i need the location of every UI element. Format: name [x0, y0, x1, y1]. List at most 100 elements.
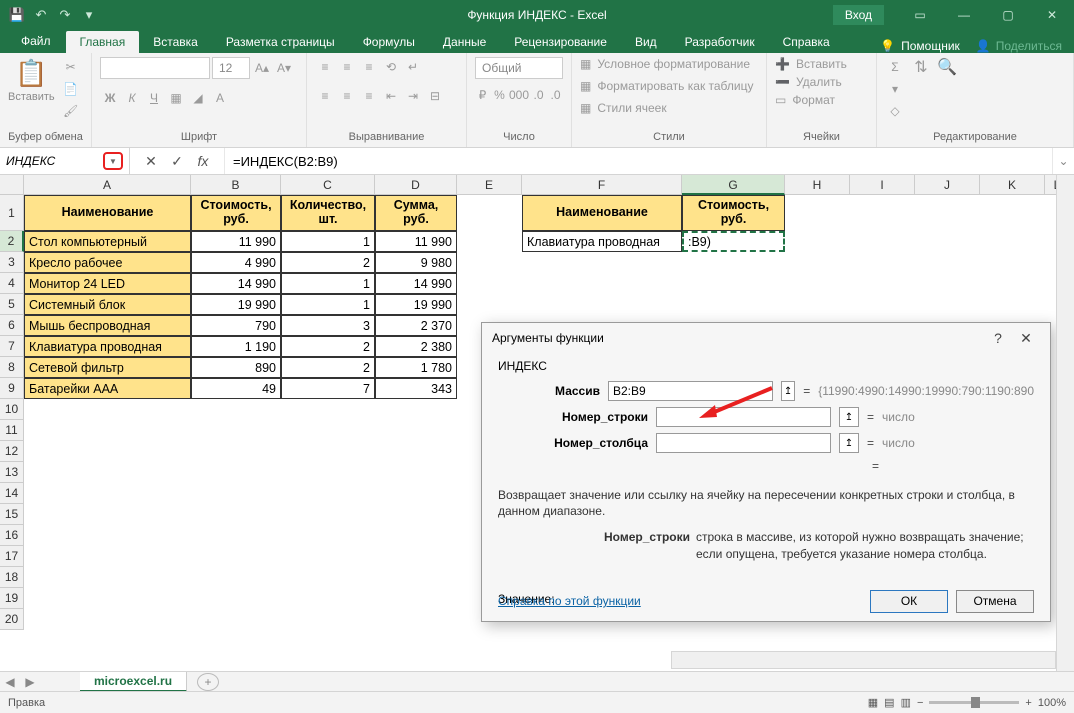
- cell[interactable]: Сумма,руб.: [375, 195, 457, 231]
- font-size-combo[interactable]: 12: [212, 57, 250, 79]
- tab-review[interactable]: Рецензирование: [500, 31, 621, 53]
- col-header[interactable]: H: [785, 175, 850, 195]
- tab-nav-prev-icon[interactable]: ◀: [0, 675, 20, 689]
- row-header[interactable]: 7: [0, 336, 24, 357]
- align-center-icon[interactable]: ≡: [337, 86, 357, 106]
- cell[interactable]: 4 990: [191, 252, 281, 273]
- row-header[interactable]: 2: [0, 231, 24, 252]
- vertical-scrollbar[interactable]: [1056, 175, 1074, 671]
- cell[interactable]: 2 380: [375, 336, 457, 357]
- fill-color-icon[interactable]: ◢: [188, 88, 208, 108]
- paste-button[interactable]: 📋 Вставить: [8, 57, 55, 103]
- bold-icon[interactable]: Ж: [100, 88, 120, 108]
- row-header[interactable]: 19: [0, 588, 24, 609]
- row-header[interactable]: 6: [0, 315, 24, 336]
- tab-formulas[interactable]: Формулы: [349, 31, 429, 53]
- format-as-table-button[interactable]: ▦Форматировать как таблицу: [580, 79, 758, 93]
- row-header[interactable]: 18: [0, 567, 24, 588]
- inc-decimal-icon[interactable]: .0: [531, 85, 546, 105]
- zoom-level[interactable]: 100%: [1038, 697, 1066, 709]
- dialog-help-icon[interactable]: ?: [984, 324, 1012, 352]
- cell[interactable]: 11 990: [375, 231, 457, 252]
- underline-icon[interactable]: Ч: [144, 88, 164, 108]
- increase-font-icon[interactable]: A▴: [252, 58, 272, 78]
- row-header[interactable]: 4: [0, 273, 24, 294]
- cell[interactable]: 19 990: [191, 294, 281, 315]
- name-box-dropdown[interactable]: ▼: [103, 152, 123, 170]
- cell[interactable]: 343: [375, 378, 457, 399]
- decrease-font-icon[interactable]: A▾: [274, 58, 294, 78]
- enter-formula-icon[interactable]: ✓: [166, 150, 188, 172]
- cell[interactable]: 7: [281, 378, 375, 399]
- conditional-formatting-button[interactable]: ▦Условное форматирование: [580, 57, 758, 71]
- formula-input[interactable]: =ИНДЕКС(B2:B9): [225, 148, 1052, 174]
- insert-cells-button[interactable]: ➕Вставить: [775, 57, 847, 71]
- clear-icon[interactable]: ◇: [885, 101, 905, 121]
- expand-formula-bar-icon[interactable]: ⌄: [1052, 148, 1074, 174]
- maximize-icon[interactable]: ▢: [986, 0, 1030, 29]
- col-header[interactable]: K: [980, 175, 1045, 195]
- format-painter-icon[interactable]: 🖌: [61, 101, 81, 121]
- arg-input[interactable]: [656, 433, 831, 453]
- cell[interactable]: Батарейки AAA: [24, 378, 191, 399]
- view-normal-icon[interactable]: ▦: [868, 696, 878, 709]
- range-picker-icon[interactable]: ↥: [839, 433, 859, 453]
- view-break-icon[interactable]: ▥: [901, 696, 911, 709]
- tab-nav-next-icon[interactable]: ▶: [20, 675, 40, 689]
- cell[interactable]: 2: [281, 336, 375, 357]
- cell[interactable]: Клавиатура проводная: [24, 336, 191, 357]
- row-header[interactable]: 14: [0, 483, 24, 504]
- autosum-icon[interactable]: Σ: [885, 57, 905, 77]
- select-all-corner[interactable]: [0, 175, 24, 195]
- cell[interactable]: Стол компьютерный: [24, 231, 191, 252]
- save-icon[interactable]: 💾: [6, 4, 28, 26]
- view-layout-icon[interactable]: ▤: [884, 696, 894, 709]
- ok-button[interactable]: ОК: [870, 590, 948, 613]
- cell[interactable]: 14 990: [191, 273, 281, 294]
- cell[interactable]: 2 370: [375, 315, 457, 336]
- cell[interactable]: 1: [281, 294, 375, 315]
- cell[interactable]: 1: [281, 231, 375, 252]
- format-cells-button[interactable]: ▭Формат: [775, 93, 847, 107]
- sort-filter-button[interactable]: ⇅: [911, 57, 931, 77]
- dialog-close-icon[interactable]: ✕: [1012, 324, 1040, 352]
- col-header[interactable]: C: [281, 175, 375, 195]
- cell[interactable]: Сетевой фильтр: [24, 357, 191, 378]
- indent-inc-icon[interactable]: ⇥: [403, 86, 423, 106]
- col-header[interactable]: G: [682, 175, 785, 195]
- cell[interactable]: 1: [281, 273, 375, 294]
- cell[interactable]: 11 990: [191, 231, 281, 252]
- zoom-slider[interactable]: [929, 701, 1019, 704]
- cell[interactable]: Мышь беспроводная: [24, 315, 191, 336]
- cell[interactable]: 14 990: [375, 273, 457, 294]
- row-header[interactable]: 20: [0, 609, 24, 630]
- redo-icon[interactable]: ↷: [54, 4, 76, 26]
- col-header[interactable]: I: [850, 175, 915, 195]
- tab-layout[interactable]: Разметка страницы: [212, 31, 349, 53]
- tab-home[interactable]: Главная: [66, 31, 140, 53]
- cell[interactable]: 19 990: [375, 294, 457, 315]
- cell[interactable]: Монитор 24 LED: [24, 273, 191, 294]
- tab-view[interactable]: Вид: [621, 31, 671, 53]
- merge-icon[interactable]: ⊟: [425, 86, 445, 106]
- range-picker-icon[interactable]: ↥: [781, 381, 795, 401]
- row-header[interactable]: 16: [0, 525, 24, 546]
- align-middle-icon[interactable]: ≡: [337, 57, 357, 77]
- range-picker-icon[interactable]: ↥: [839, 407, 859, 427]
- orientation-icon[interactable]: ⟲: [381, 57, 401, 77]
- comma-icon[interactable]: 000: [509, 85, 529, 105]
- tab-help[interactable]: Справка: [769, 31, 844, 53]
- row-header[interactable]: 15: [0, 504, 24, 525]
- cell[interactable]: 9 980: [375, 252, 457, 273]
- copy-icon[interactable]: 📄: [61, 79, 81, 99]
- align-left-icon[interactable]: ≡: [315, 86, 335, 106]
- align-right-icon[interactable]: ≡: [359, 86, 379, 106]
- row-header[interactable]: 5: [0, 294, 24, 315]
- cell[interactable]: Количество,шт.: [281, 195, 375, 231]
- border-icon[interactable]: ▦: [166, 88, 186, 108]
- font-color-icon[interactable]: A: [210, 88, 230, 108]
- row-header[interactable]: 8: [0, 357, 24, 378]
- row-header[interactable]: 9: [0, 378, 24, 399]
- align-top-icon[interactable]: ≡: [315, 57, 335, 77]
- dialog-help-link[interactable]: Справка по этой функции: [498, 594, 641, 608]
